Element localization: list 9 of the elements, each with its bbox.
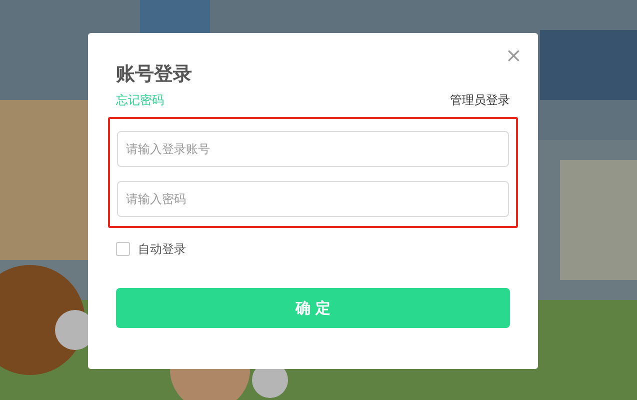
forgot-password-link[interactable]: 忘记密码 [116, 91, 164, 109]
admin-login-link[interactable]: 管理员登录 [450, 91, 510, 109]
checkbox-label: 自动登录 [138, 241, 186, 258]
input-field[interactable]: 请输入登录账号 [117, 131, 509, 167]
input-field[interactable]: 请输入密码 [117, 181, 509, 217]
dialog-title: 账号登录 [116, 62, 193, 87]
close-button[interactable]: × [505, 45, 522, 65]
checkbox[interactable] [116, 242, 130, 256]
confirm-button[interactable]: 确 定 [116, 288, 510, 328]
